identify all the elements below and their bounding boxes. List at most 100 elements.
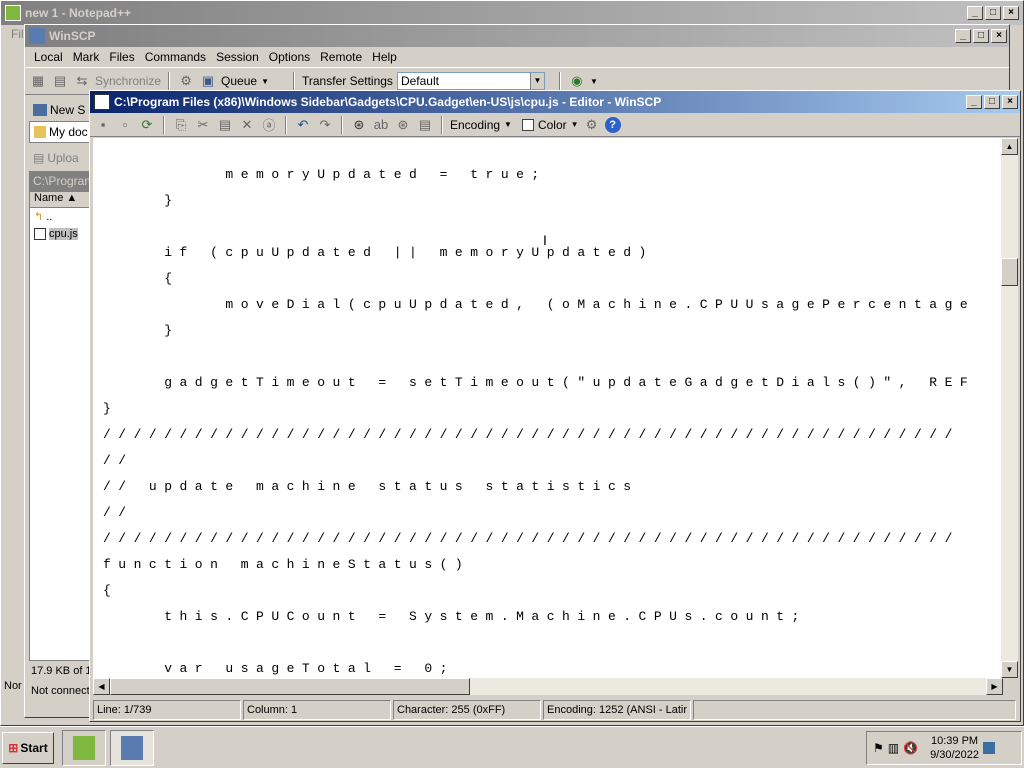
close-button[interactable]: × bbox=[991, 29, 1007, 43]
queue-button[interactable]: Queue bbox=[221, 74, 257, 88]
notepadpp-icon bbox=[5, 5, 21, 21]
chevron-down-icon[interactable]: ▼ bbox=[504, 120, 512, 129]
taskbar-winscp[interactable] bbox=[110, 729, 154, 766]
notepadpp-menu[interactable]: Fil bbox=[11, 27, 24, 41]
winscp-titlebar[interactable]: WinSCP _ □ × bbox=[25, 25, 1009, 47]
find-icon[interactable]: ⊛ bbox=[350, 116, 368, 134]
script-file-icon bbox=[34, 227, 46, 240]
reload-icon[interactable]: ⟳ bbox=[138, 116, 156, 134]
taskbar-notepadpp[interactable] bbox=[62, 729, 106, 766]
menu-session[interactable]: Session bbox=[211, 50, 264, 64]
replace-icon[interactable]: ab bbox=[372, 116, 390, 134]
parent-folder-icon: ↰ bbox=[34, 211, 44, 223]
size-info: 17.9 KB of 1 bbox=[31, 665, 92, 677]
gear-icon[interactable]: ⚙ bbox=[583, 116, 601, 134]
save-icon[interactable]: ▪ bbox=[94, 116, 112, 134]
connection-status: Not connect bbox=[31, 685, 90, 697]
scroll-up-button[interactable]: ▲ bbox=[1001, 138, 1018, 155]
clock[interactable]: 10:39 PM 9/30/2022 bbox=[930, 734, 979, 762]
new-session-item[interactable]: New S bbox=[29, 99, 93, 121]
goto-line-icon[interactable]: ▤ bbox=[416, 116, 434, 134]
notepadpp-title: new 1 - Notepad++ bbox=[25, 6, 132, 20]
left-panel: New S My doc ▤ Uploa C:\Program Name ▲ ↰… bbox=[29, 99, 93, 719]
upload-icon: ▤ bbox=[33, 151, 45, 165]
hscroll-thumb[interactable] bbox=[110, 678, 470, 695]
winscp-title: WinSCP bbox=[49, 29, 96, 43]
close-button[interactable]: × bbox=[1003, 6, 1019, 20]
gear-icon[interactable]: ⚙ bbox=[177, 72, 195, 90]
folder-label: My doc bbox=[49, 125, 88, 139]
menu-files[interactable]: Files bbox=[104, 50, 139, 64]
chevron-down-icon[interactable]: ▼ bbox=[261, 77, 269, 86]
synchronize-button[interactable]: Synchronize bbox=[95, 74, 161, 88]
queue-icon[interactable]: ▣ bbox=[199, 72, 217, 90]
chevron-down-icon[interactable]: ▼ bbox=[590, 77, 598, 86]
clock-time: 10:39 PM bbox=[930, 735, 979, 747]
code-editor[interactable]: memoryUpdated = true; } if (cpuUpdated |… bbox=[93, 138, 1001, 678]
menu-help[interactable]: Help bbox=[367, 50, 402, 64]
editor-icon bbox=[94, 94, 110, 110]
chevron-down-icon[interactable]: ▼ bbox=[529, 73, 544, 89]
undo-icon[interactable]: ↶ bbox=[294, 116, 312, 134]
menu-mark[interactable]: Mark bbox=[68, 50, 105, 64]
scroll-thumb[interactable] bbox=[1001, 258, 1018, 286]
folder-combo[interactable]: My doc bbox=[29, 121, 93, 143]
code-text[interactable]: memoryUpdated = true; } if (cpuUpdated |… bbox=[93, 162, 975, 678]
editor-titlebar[interactable]: C:\Program Files (x86)\Windows Sidebar\G… bbox=[90, 91, 1020, 113]
list-item[interactable]: ↰ .. bbox=[30, 208, 92, 225]
menu-remote[interactable]: Remote bbox=[315, 50, 367, 64]
network-icon[interactable]: ▥ bbox=[888, 741, 899, 755]
help-icon[interactable]: ? bbox=[604, 116, 621, 133]
encoding-menu[interactable]: Encoding bbox=[450, 118, 500, 132]
chevron-down-icon[interactable]: ▼ bbox=[571, 120, 579, 129]
menu-commands[interactable]: Commands bbox=[140, 50, 211, 64]
scroll-down-button[interactable]: ▼ bbox=[1001, 661, 1018, 678]
notepadpp-titlebar[interactable]: new 1 - Notepad++ _ □ × bbox=[1, 1, 1023, 25]
taskbar: ⊞ Start ⚑ ▥ 🔇 10:39 PM 9/30/2022 bbox=[0, 726, 1024, 768]
start-button[interactable]: ⊞ Start bbox=[2, 731, 54, 764]
show-desktop-icon[interactable] bbox=[983, 742, 995, 754]
horizontal-scrollbar[interactable]: ◀ ▶ bbox=[93, 678, 1003, 695]
select-all-icon[interactable]: ⓐ bbox=[260, 116, 278, 134]
minimize-button[interactable]: _ bbox=[955, 29, 971, 43]
menu-options[interactable]: Options bbox=[264, 50, 315, 64]
left-edge-status: Nor bbox=[4, 680, 22, 692]
menu-local[interactable]: Local bbox=[29, 50, 68, 64]
flag-icon[interactable]: ⚑ bbox=[873, 741, 884, 755]
system-tray: ⚑ ▥ 🔇 10:39 PM 9/30/2022 bbox=[866, 731, 1022, 765]
vertical-scrollbar[interactable]: ▲ ▼ bbox=[1001, 138, 1018, 678]
close-button[interactable]: × bbox=[1002, 95, 1018, 109]
winscp-icon bbox=[29, 28, 45, 44]
paste-icon[interactable]: ▤ bbox=[216, 116, 234, 134]
maximize-button[interactable]: □ bbox=[985, 6, 1001, 20]
cut-icon[interactable]: ✂ bbox=[194, 116, 212, 134]
column-name-header[interactable]: Name ▲ bbox=[30, 192, 92, 208]
delete-icon[interactable]: ✕ bbox=[238, 116, 256, 134]
find-next-icon[interactable]: ⊛ bbox=[394, 116, 412, 134]
upload-label: Uploa bbox=[47, 151, 79, 165]
speaker-muted-icon[interactable]: 🔇 bbox=[903, 741, 918, 755]
redo-icon[interactable]: ↷ bbox=[316, 116, 334, 134]
color-checkbox[interactable] bbox=[521, 118, 534, 131]
maximize-button[interactable]: □ bbox=[984, 95, 1000, 109]
notepadpp-icon bbox=[73, 735, 95, 760]
save-all-icon[interactable]: ▫ bbox=[116, 116, 134, 134]
minimize-button[interactable]: _ bbox=[966, 95, 982, 109]
scroll-left-button[interactable]: ◀ bbox=[93, 678, 110, 695]
compare-icon[interactable]: ▤ bbox=[51, 72, 69, 90]
globe-icon[interactable]: ◉ bbox=[568, 72, 586, 90]
color-menu[interactable]: Color bbox=[538, 118, 567, 132]
sync-icon[interactable]: ⇆ bbox=[73, 72, 91, 90]
editor-statusbar: Line: 1/739 Column: 1 Character: 255 (0x… bbox=[93, 700, 1018, 720]
upload-button[interactable]: ▤ Uploa bbox=[29, 145, 93, 171]
list-item[interactable]: cpu.js bbox=[30, 225, 92, 242]
minimize-button[interactable]: _ bbox=[967, 6, 983, 20]
scroll-right-button[interactable]: ▶ bbox=[986, 678, 1003, 695]
editor-toolbar: ▪ ▫ ⟳ ⎘ ✂ ▤ ✕ ⓐ ↶ ↷ ⊛ ab ⊛ ▤ Encoding ▼ … bbox=[90, 113, 1020, 137]
local-icon[interactable]: ▦ bbox=[29, 72, 47, 90]
maximize-button[interactable]: □ bbox=[973, 29, 989, 43]
new-session-label: New S bbox=[50, 103, 86, 117]
transfer-settings-select[interactable]: Default ▼ bbox=[396, 72, 545, 90]
copy-icon[interactable]: ⎘ bbox=[172, 116, 190, 134]
winscp-menubar: Local Mark Files Commands Session Option… bbox=[25, 47, 1009, 67]
